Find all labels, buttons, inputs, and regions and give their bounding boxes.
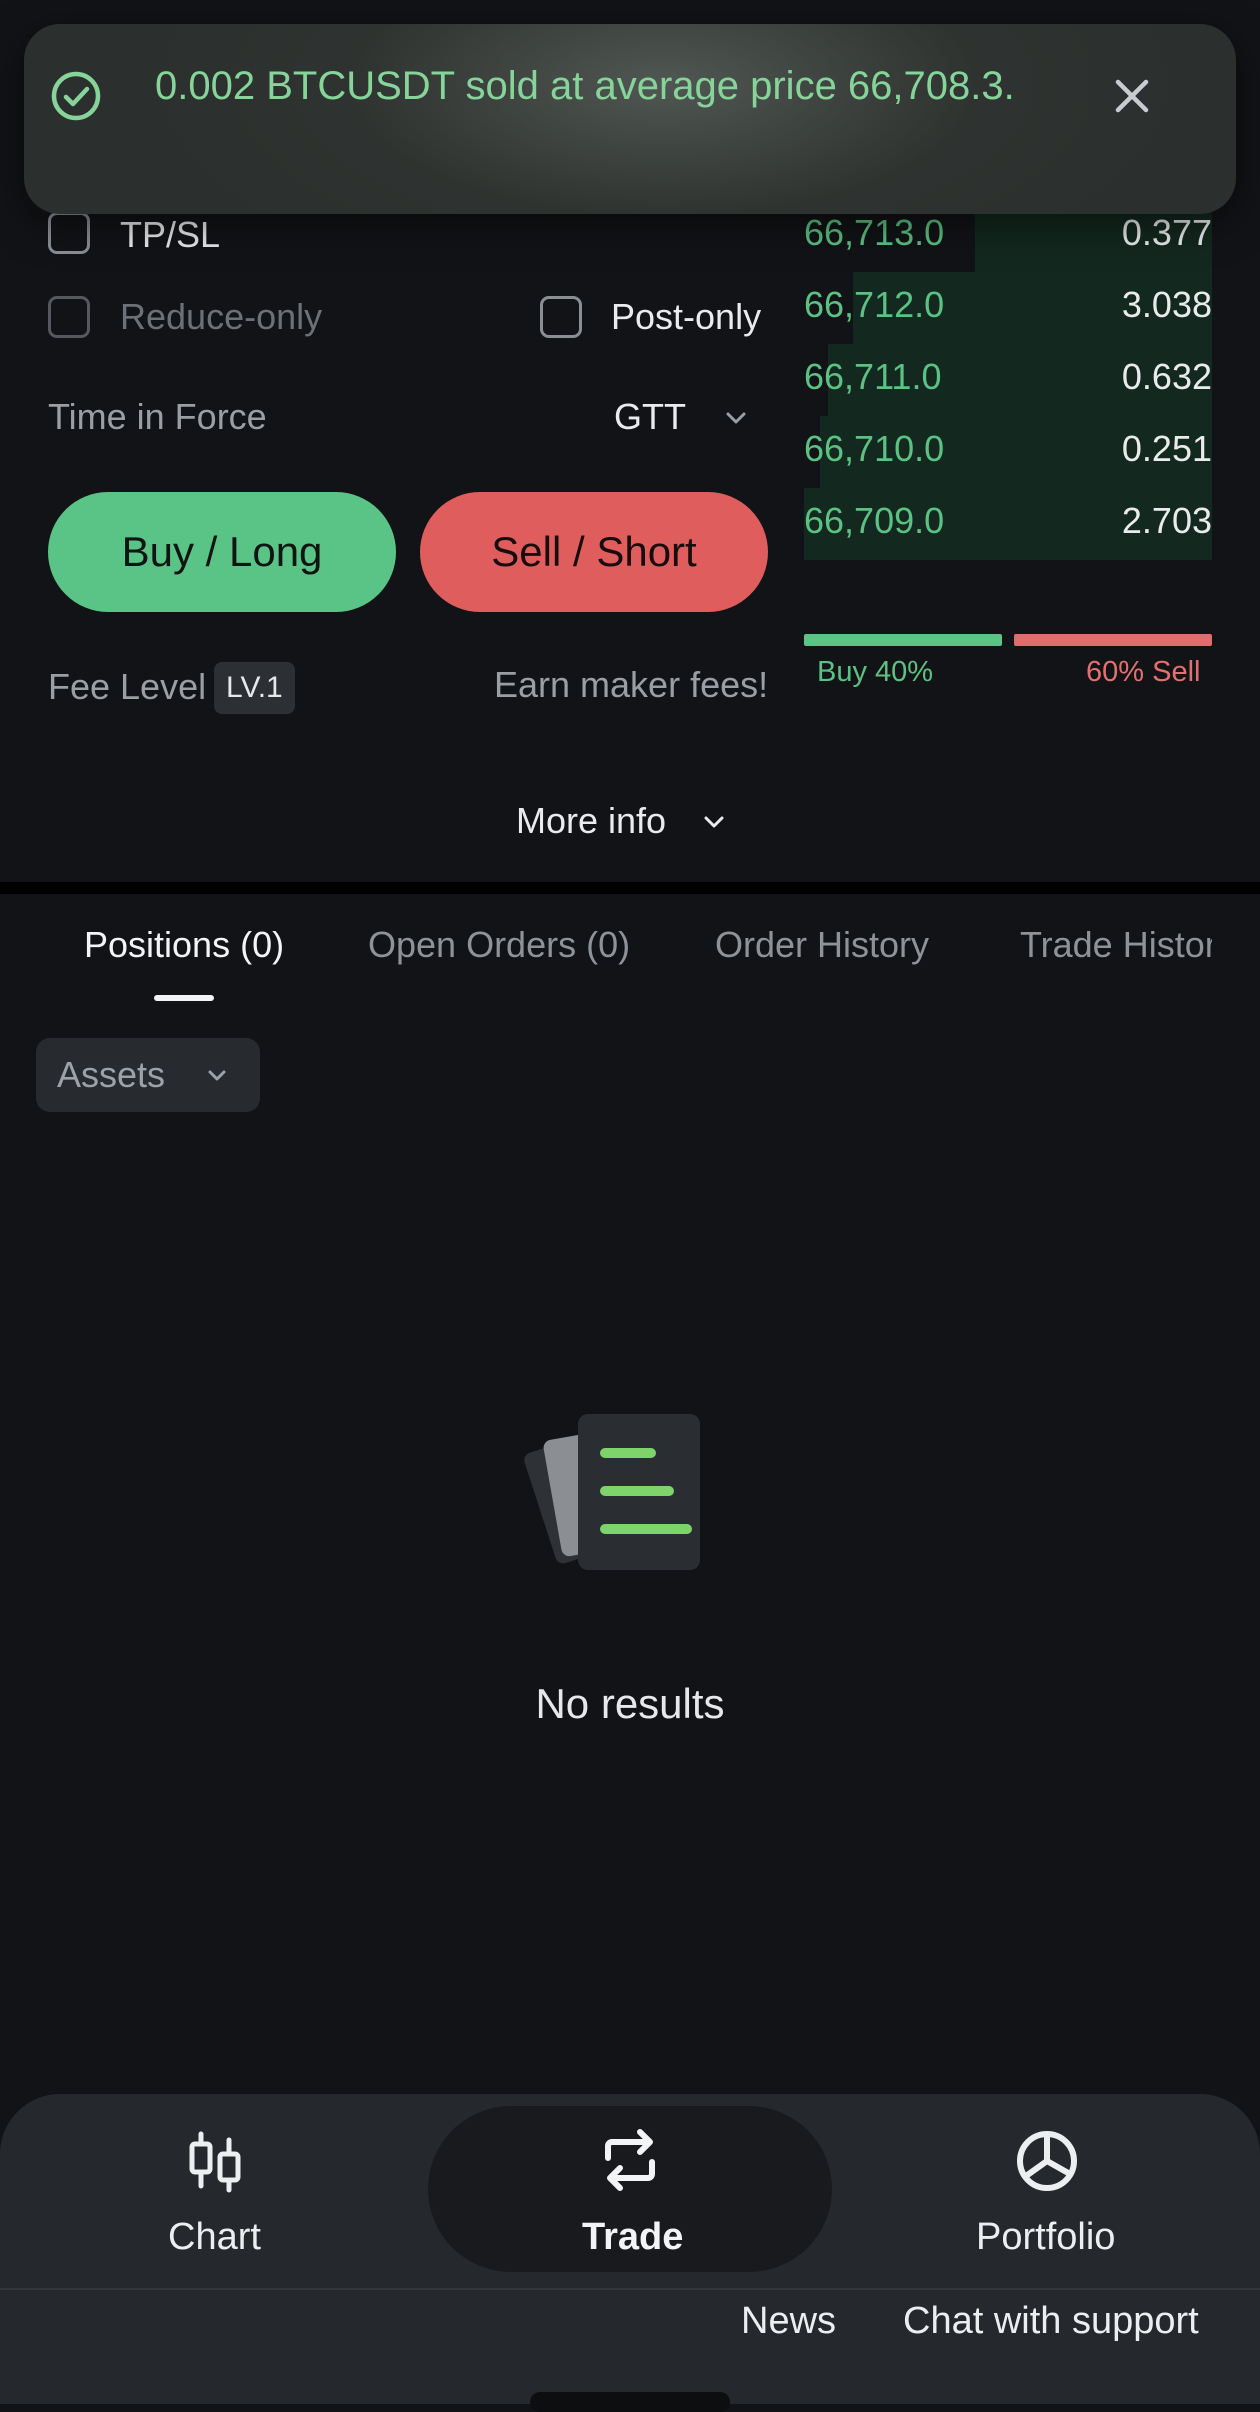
tab-positions[interactable]: Positions (0) [84,924,284,966]
sell-ratio-bar [1014,634,1212,646]
chevron-down-icon [726,412,746,424]
tab-open-orders[interactable]: Open Orders (0) [368,924,630,966]
nav-trade-label: Trade [582,2216,684,2258]
nav-separator [0,2288,1260,2290]
section-divider [0,882,1260,894]
nav-chart-label: Chart [168,2216,261,2258]
toast-message: 0.002 BTCUSDT sold at average price 66,7… [155,64,1015,108]
order-book-row[interactable]: 66,710.0 0.251 [804,416,1212,488]
tab-trade-history[interactable]: Trade Histor [1020,924,1212,966]
time-in-force-select[interactable]: GTT [612,386,762,446]
fee-level-badge[interactable]: LV.1 [214,662,295,714]
bid-quantity: 0.251 [1121,428,1212,469]
post-only-label: Post-only [611,296,762,337]
buy-ratio-bar [804,634,1002,646]
bid-quantity: 3.038 [1121,284,1212,325]
nav-chart[interactable]: Chart [130,2120,300,2270]
bid-price: 66,713.0 [804,212,945,253]
empty-state-text: No results [535,1680,725,1727]
sell-ratio-label: 60% Sell [1086,656,1201,688]
positions-tabs: Positions (0) Open Orders (0) Order Hist… [0,900,1212,1010]
order-book-row[interactable]: 66,712.0 3.038 [804,272,1212,344]
bid-quantity: 0.632 [1121,356,1212,397]
sell-short-button[interactable]: Sell / Short [420,492,768,612]
assets-filter-dropdown[interactable]: Assets [36,1038,260,1112]
close-icon[interactable] [1110,74,1154,118]
nav-portfolio[interactable]: Portfolio [960,2120,1170,2270]
fee-level-label: Fee Level [48,666,207,707]
reduce-only-label: Reduce-only [120,296,323,337]
bid-price: 66,710.0 [804,428,945,469]
time-in-force-value: GTT [614,396,686,437]
candlestick-chart-icon [189,2131,241,2193]
bid-price: 66,712.0 [804,284,945,325]
chat-with-support-link[interactable]: Chat with support [903,2300,1199,2343]
bid-quantity: 2.703 [1121,500,1212,541]
home-indicator [530,2392,730,2412]
earn-maker-fees-link[interactable]: Earn maker fees! [494,664,768,706]
tpsl-checkbox[interactable] [48,212,90,254]
order-book-row[interactable]: 66,709.0 2.703 [804,488,1212,560]
order-book-row[interactable]: 66,711.0 0.632 [804,344,1212,416]
news-link[interactable]: News [741,2300,836,2343]
time-in-force-label: Time in Force [48,396,267,437]
nav-trade[interactable]: Trade [540,2120,720,2270]
reduce-only-checkbox[interactable] [48,296,90,338]
check-circle-icon [51,71,101,121]
bid-price: 66,709.0 [804,500,945,541]
bid-price: 66,711.0 [804,356,942,397]
more-info-label: More info [516,800,667,841]
toast-notification [24,24,1236,214]
bid-quantity: 0.377 [1121,212,1212,253]
chevron-down-icon [208,1070,226,1081]
active-tab-indicator [154,995,214,1001]
assets-filter-label: Assets [57,1054,166,1095]
chevron-down-icon [704,816,724,828]
order-book-bids: 66,713.0 0.377 66,712.0 3.038 66,711.0 0… [804,200,1212,576]
empty-documents-icon [524,1414,700,1570]
post-only-checkbox[interactable] [540,296,582,338]
more-info-button[interactable]: More info [500,796,760,846]
buy-long-button[interactable]: Buy / Long [48,492,396,612]
tpsl-label: TP/SL [120,214,221,255]
swap-arrows-icon [605,2129,655,2191]
buy-ratio-label: Buy 40% [817,656,934,688]
pie-chart-icon [1017,2131,1077,2191]
nav-portfolio-label: Portfolio [976,2216,1116,2258]
tab-order-history[interactable]: Order History [715,924,929,966]
